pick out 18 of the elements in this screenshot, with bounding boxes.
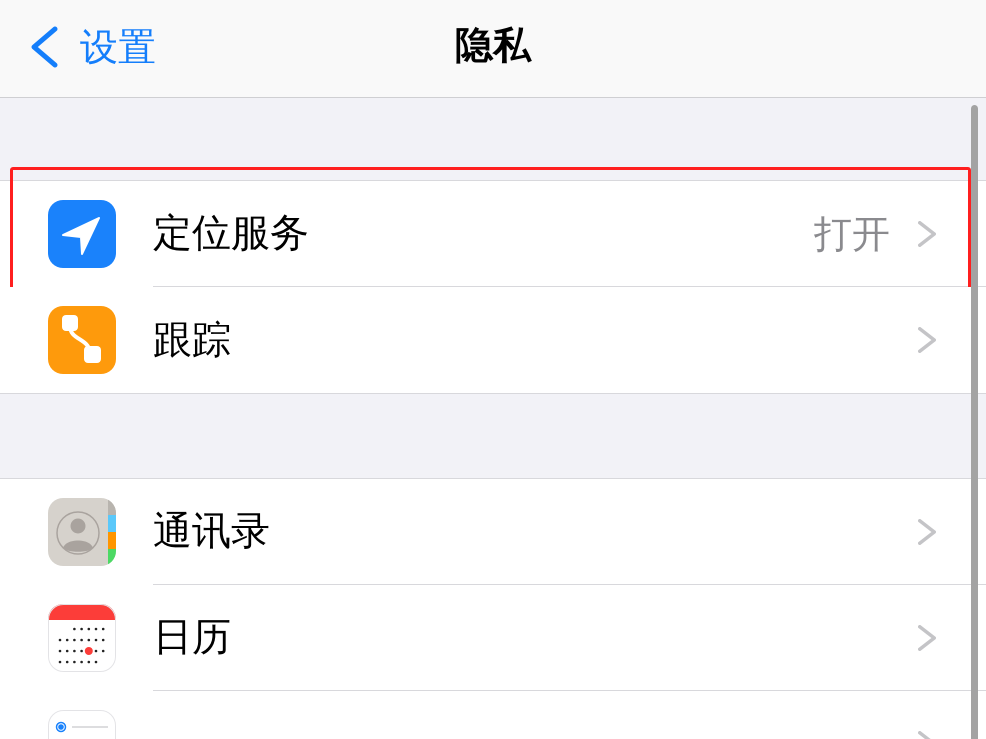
row-label: 定位服务 xyxy=(153,214,309,253)
settings-row[interactable]: 跟踪 xyxy=(0,287,986,393)
chevron-right-icon xyxy=(918,624,936,650)
row-label: 通讯录 xyxy=(153,512,270,551)
chevron-right-icon xyxy=(918,220,936,246)
settings-row[interactable]: 定位服务 打开 xyxy=(0,181,986,287)
connected-nodes-icon xyxy=(48,306,116,374)
row-label: 跟踪 xyxy=(153,320,231,360)
back-button[interactable]: 设置 xyxy=(28,24,156,70)
row-value: 打开 xyxy=(814,214,890,252)
row-label: 日历 xyxy=(153,618,231,657)
nav-title: 隐私 xyxy=(455,26,531,64)
chevron-right-icon xyxy=(918,518,936,544)
settings-row[interactable]: 日历 xyxy=(0,585,986,691)
calendar-icon xyxy=(48,604,116,672)
contact-book-icon xyxy=(48,498,116,566)
settings-row[interactable]: 通讯录 xyxy=(0,479,986,585)
chevron-right-icon xyxy=(918,327,936,353)
